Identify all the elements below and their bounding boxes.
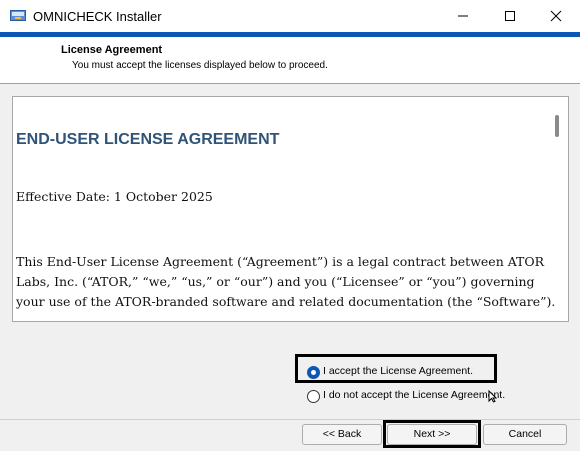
window-title: OMNICHECK Installer (33, 9, 162, 24)
minimize-icon (458, 15, 468, 17)
mouse-pointer-icon (488, 389, 498, 408)
footer-divider (0, 419, 580, 420)
license-effective-date: Effective Date: 1 October 2025 (16, 189, 213, 204)
license-text-box[interactable]: END-USER LICENSE AGREEMENT Effective Dat… (12, 96, 569, 322)
cancel-button[interactable]: Cancel (483, 424, 567, 445)
page-title: License Agreement (61, 44, 163, 56)
back-button[interactable]: << Back (302, 424, 382, 445)
scrollbar-thumb[interactable] (555, 115, 559, 137)
close-icon (550, 10, 562, 22)
page-header: License Agreement You must accept the li… (0, 37, 580, 83)
license-heading: END-USER LICENSE AGREEMENT (16, 131, 280, 148)
minimize-button[interactable] (440, 0, 486, 32)
accept-highlight-box (295, 354, 497, 383)
content-area: END-USER LICENSE AGREEMENT Effective Dat… (0, 84, 580, 451)
close-button[interactable] (533, 0, 579, 32)
radio-unchecked-icon[interactable] (307, 390, 320, 403)
maximize-icon (505, 11, 515, 21)
page-subtitle: You must accept the licenses displayed b… (72, 60, 328, 71)
license-paragraph: This End-User License Agreement (“Agreem… (16, 254, 556, 309)
next-highlight-box (383, 420, 481, 448)
decline-label[interactable]: I do not accept the License Agreement. (323, 389, 505, 401)
installer-app-icon (10, 8, 26, 22)
title-bar: OMNICHECK Installer (0, 0, 580, 32)
maximize-button[interactable] (487, 0, 533, 32)
